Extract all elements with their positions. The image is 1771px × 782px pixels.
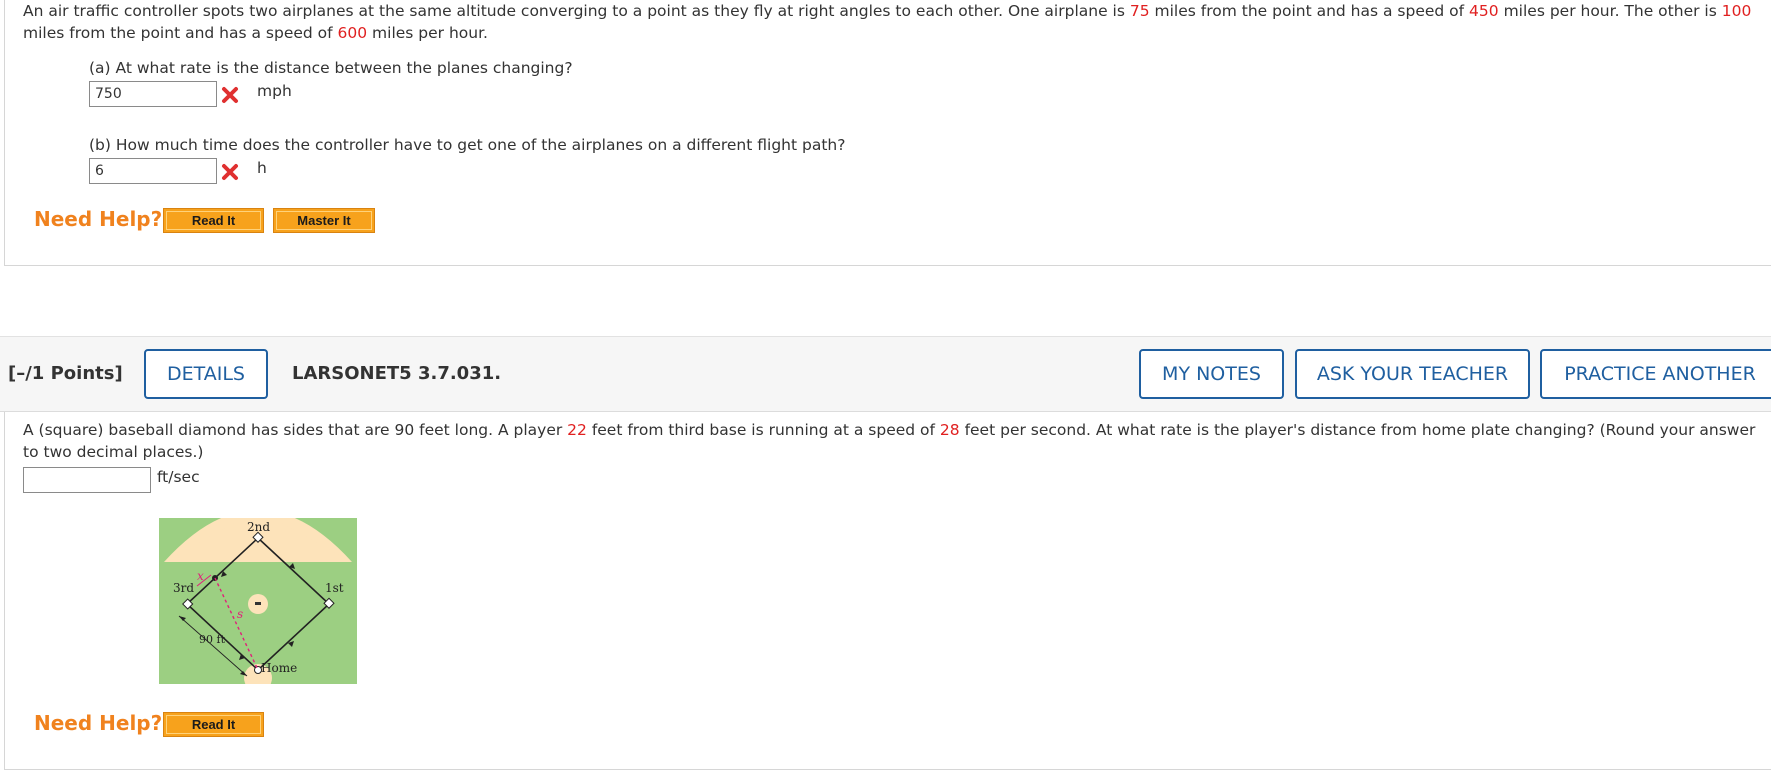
label-2nd: 2nd — [247, 520, 270, 534]
read-it-button[interactable]: Read It — [163, 208, 264, 233]
points-label: [–/1 Points] — [8, 363, 123, 384]
given-value: 450 — [1469, 2, 1499, 20]
answer-unit: ft/sec — [157, 468, 200, 486]
incorrect-x-icon — [222, 164, 238, 180]
given-value: 28 — [939, 421, 960, 439]
practice-another-button[interactable]: PRACTICE ANOTHER — [1540, 349, 1771, 399]
question-1-stem: An air traffic controller spots two airp… — [23, 2, 1752, 42]
baseball-diamond-diagram: 2nd 3rd 1st Home 90 ft x s — [159, 518, 357, 684]
my-notes-button[interactable]: MY NOTES — [1139, 349, 1284, 399]
label-3rd: 3rd — [173, 581, 194, 595]
part-b-label: (b) How much time does the controller ha… — [89, 136, 846, 154]
label-90ft: 90 ft — [199, 633, 226, 646]
answer-input[interactable] — [23, 467, 151, 493]
given-value: 100 — [1721, 2, 1752, 20]
question-1-panel: An air traffic controller spots two airp… — [4, 0, 1771, 266]
part-a-label: (a) At what rate is the distance between… — [89, 59, 573, 77]
incorrect-x-icon — [222, 87, 238, 103]
part-b-unit: h — [257, 159, 267, 177]
need-help-label: Need Help? — [34, 711, 163, 735]
label-home: Home — [261, 661, 297, 675]
question-2-panel: A (square) baseball diamond has sides th… — [4, 412, 1771, 770]
given-value: 75 — [1129, 2, 1150, 20]
master-it-button[interactable]: Master It — [273, 208, 375, 233]
details-button[interactable]: DETAILS — [144, 349, 268, 399]
given-value: 600 — [337, 24, 368, 42]
question-id: LARSONET5 3.7.031. — [292, 363, 502, 384]
need-help-label: Need Help? — [34, 207, 163, 231]
ask-your-teacher-button[interactable]: ASK YOUR TEACHER — [1295, 349, 1530, 399]
given-value: 22 — [567, 421, 587, 439]
part-a-unit: mph — [257, 82, 292, 100]
part-a-answer-input[interactable] — [89, 81, 217, 107]
question-2-header: [–/1 Points] DETAILS LARSONET5 3.7.031. … — [0, 336, 1771, 412]
label-x: x — [197, 569, 204, 583]
read-it-button[interactable]: Read It — [163, 712, 264, 737]
part-b-answer-input[interactable] — [89, 158, 217, 184]
label-s: s — [237, 607, 243, 621]
label-1st: 1st — [325, 581, 344, 595]
question-2-stem: A (square) baseball diamond has sides th… — [23, 421, 1756, 461]
